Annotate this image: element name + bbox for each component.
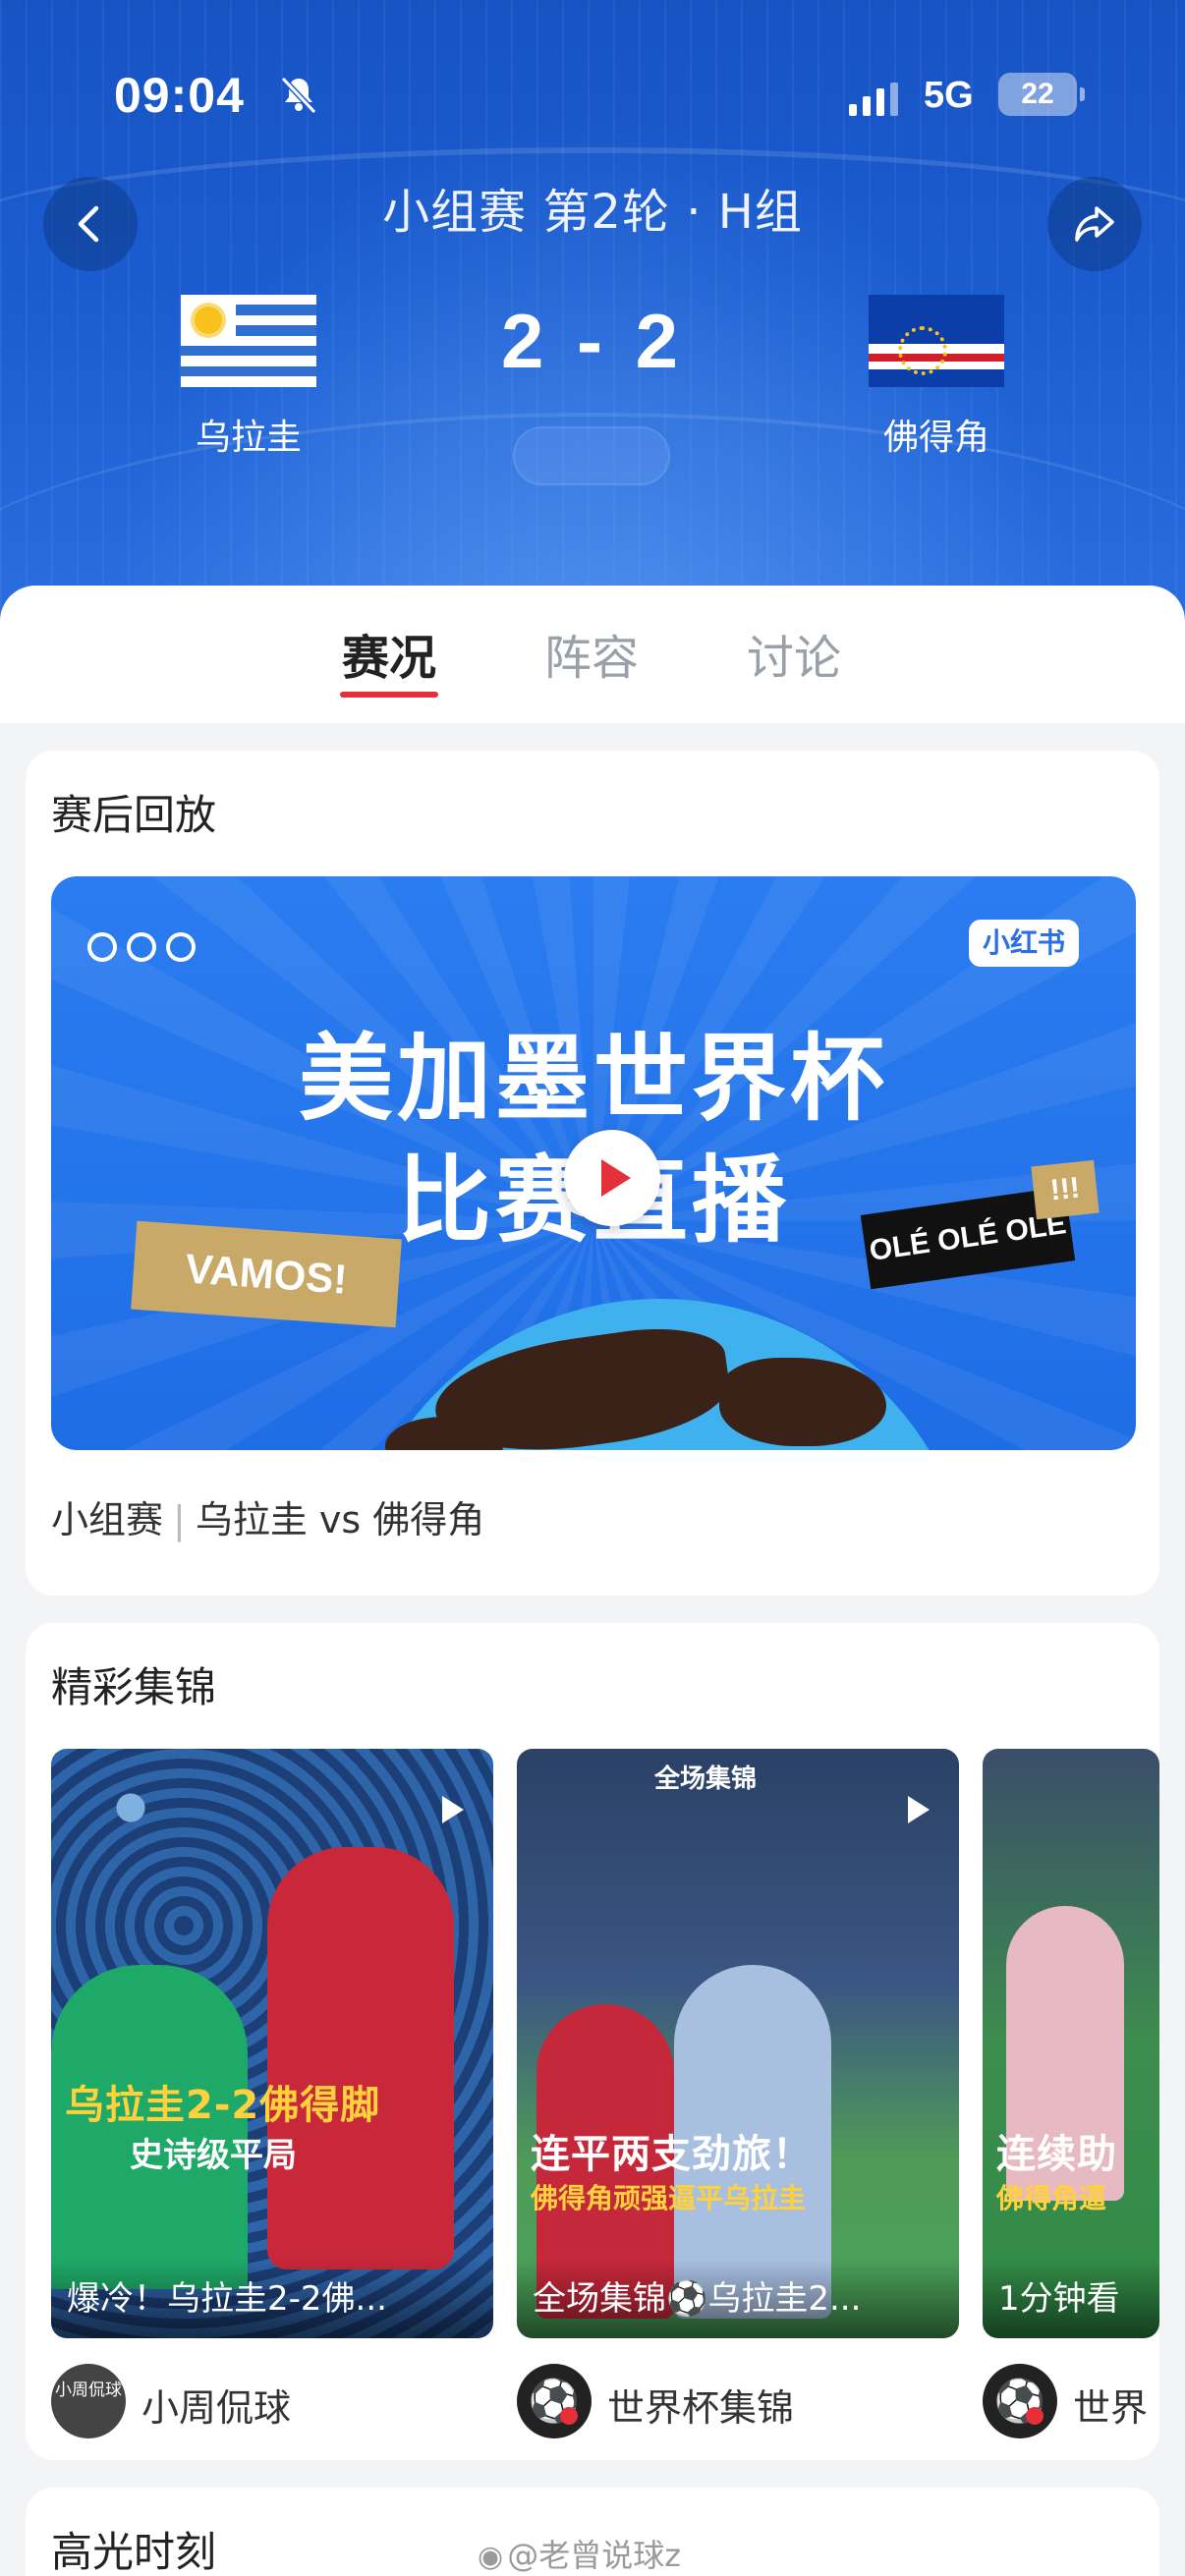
caption-divider: | (173, 1498, 186, 1541)
network-label: 5G (924, 75, 974, 116)
author-name: 小周侃球 (141, 2386, 292, 2430)
status-time: 09:04 (114, 68, 245, 123)
replay-video-banner[interactable]: 小红书 美加墨世界杯 比赛直播 VAMOS! OLÉ OLÉ OLÉ !!! (51, 876, 1136, 1450)
video-caption: 1分钟看 (983, 2260, 1159, 2338)
weibo-icon: ◉ (478, 2540, 504, 2574)
banner-title-line1: 美加墨世界杯 (299, 1024, 888, 1134)
bell-off-icon (280, 76, 317, 115)
highlight-video-card[interactable]: 全场集锦 连平两支劲旅！ 佛得角顽强逼平乌拉圭 全场集锦⚽乌拉圭2... (517, 1749, 959, 2338)
replay-match: 乌拉圭 vs 佛得角 (195, 1498, 485, 1541)
video-overlay-title: 连续助 (996, 2132, 1117, 2177)
replay-caption[interactable]: 小组赛 | 乌拉圭 vs 佛得角 (51, 1489, 484, 1543)
author-name: 世界 (1073, 2386, 1149, 2430)
brand-logo: 小红书 (968, 920, 1079, 967)
tab-overview[interactable]: 赛况 (320, 619, 458, 688)
video-caption: 全场集锦⚽乌拉圭2... (517, 2260, 959, 2338)
match-header: 09:04 5G 22 小组赛 第2轮 · H组 乌拉圭 佛得角 2 - 2 (0, 0, 1185, 629)
video-overlay-subtitle: 佛得角顽强逼平乌拉圭 (531, 2182, 807, 2214)
status-bar: 09:04 5G 22 (0, 0, 1185, 196)
tab-bar: 赛况 阵容 讨论 (0, 586, 1185, 723)
highlight-video-card[interactable]: 乌拉圭2-2佛得脚 史诗级平局 爆冷！乌拉圭2-2佛... (51, 1749, 493, 2338)
video-overlay-title: 连平两支劲旅！ (531, 2132, 813, 2177)
video-tag: 全场集锦 (654, 1764, 758, 1794)
play-icon[interactable] (564, 1130, 660, 1226)
tab-discussion[interactable]: 讨论 (725, 619, 863, 688)
soccer-ball-avatar-icon (983, 2364, 1057, 2438)
highlights-card: 精彩集锦 乌拉圭2-2佛得脚 史诗级平局 爆冷！乌拉圭2-2佛... 全场集锦 … (26, 1623, 1159, 2460)
highlights-section-title: 精彩集锦 (51, 1663, 217, 1711)
soccer-ball-avatar-icon (517, 2364, 592, 2438)
away-team-name[interactable]: 佛得角 (818, 409, 1054, 460)
match-title: 小组赛 第2轮 · H组 (382, 185, 803, 240)
replay-card: 赛后回放 小红书 美加墨世界杯 比赛直播 VAMOS! OLÉ OLÉ OLÉ … (26, 751, 1159, 1596)
active-tab-indicator (340, 692, 438, 698)
ball-logos-icon (87, 932, 196, 962)
replay-stage: 小组赛 (51, 1498, 164, 1541)
author-name: 世界杯集锦 (607, 2386, 795, 2430)
vamos-tag: VAMOS! (131, 1220, 402, 1328)
replay-section-title: 赛后回放 (51, 791, 217, 839)
signal-icon (849, 83, 898, 116)
video-overlay-title: 乌拉圭2-2佛得脚 (65, 2083, 381, 2128)
video-overlay-subtitle: 史诗级平局 (130, 2136, 297, 2175)
tab-lineup[interactable]: 阵容 (523, 619, 660, 688)
match-score: 2 - 2 (500, 298, 685, 384)
watermark: ◉ @老曾说球z (478, 2531, 681, 2576)
moments-section-title: 高光时刻 (51, 2528, 217, 2576)
score-status-pill (513, 426, 670, 485)
home-team-name[interactable]: 乌拉圭 (131, 409, 367, 460)
exclamation-tag: !!! (1031, 1159, 1100, 1220)
play-icon (442, 1796, 464, 1823)
video-overlay-subtitle: 佛得角逼 (996, 2182, 1107, 2214)
video-thumbnail-figure (267, 1847, 454, 2269)
globe-illustration (346, 1299, 975, 1450)
watermark-text: @老曾说球z (507, 2537, 681, 2574)
play-icon (908, 1796, 930, 1823)
highlight-video-card[interactable]: 连续助 佛得角逼 1分钟看 (983, 1749, 1159, 2338)
battery-icon: 22 (998, 73, 1085, 116)
video-caption: 爆冷！乌拉圭2-2佛... (51, 2260, 493, 2338)
avatar: 小周侃球 (51, 2364, 126, 2438)
